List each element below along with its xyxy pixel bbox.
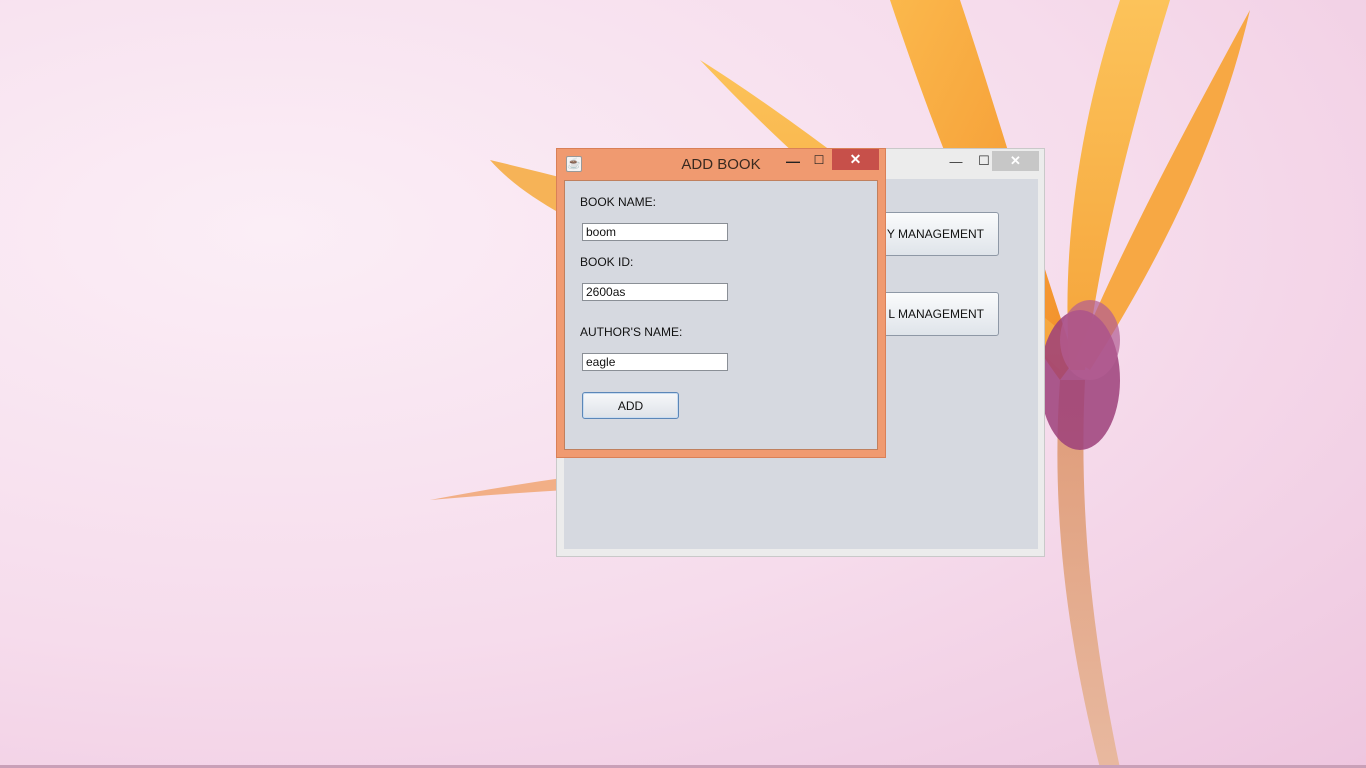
- library-management-button[interactable]: Y MANAGEMENT: [882, 212, 999, 256]
- add-book-dialog: ☕ ADD BOOK — ☐ ✕ BOOK NAME: BOOK ID: AUT…: [556, 148, 886, 458]
- personnel-management-label: L MANAGEMENT: [888, 307, 984, 321]
- book-name-input[interactable]: [582, 223, 728, 241]
- add-button[interactable]: ADD: [582, 392, 679, 419]
- book-id-label: BOOK ID:: [580, 255, 634, 269]
- book-id-input[interactable]: [582, 283, 728, 301]
- close-icon: ✕: [1010, 153, 1021, 168]
- maximize-icon: ☐: [813, 153, 825, 167]
- dialog-minimize-button[interactable]: —: [783, 153, 803, 171]
- dialog-title-text: ADD BOOK: [681, 156, 761, 173]
- minimize-icon: —: [949, 153, 963, 169]
- main-close-button[interactable]: ✕: [992, 151, 1039, 171]
- author-name-label: AUTHOR'S NAME:: [580, 325, 683, 339]
- main-minimize-button[interactable]: —: [943, 151, 969, 171]
- dialog-maximize-button[interactable]: ☐: [809, 153, 829, 171]
- add-button-label: ADD: [617, 398, 644, 413]
- minimize-icon: —: [786, 153, 800, 169]
- close-icon: ✕: [849, 151, 862, 167]
- maximize-icon: ☐: [978, 153, 990, 168]
- dialog-close-button[interactable]: ✕: [832, 149, 879, 170]
- book-name-label: BOOK NAME:: [580, 195, 657, 209]
- library-management-label: Y MANAGEMENT: [886, 227, 984, 241]
- personnel-management-button[interactable]: L MANAGEMENT: [882, 292, 999, 336]
- author-name-input[interactable]: [582, 353, 728, 371]
- add-book-form: BOOK NAME: BOOK ID: AUTHOR'S NAME: ADD: [564, 180, 878, 450]
